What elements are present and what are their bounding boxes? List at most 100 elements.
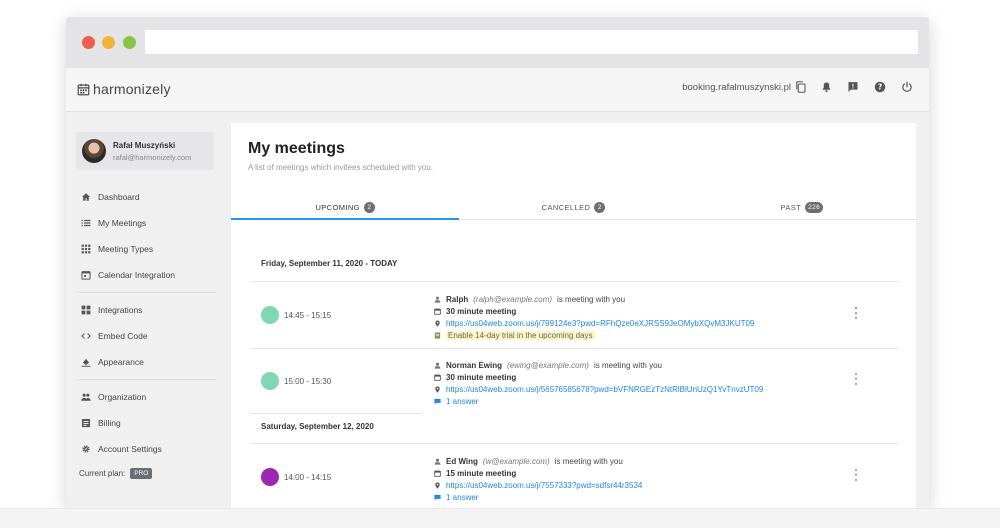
day-header: Saturday, September 12, 2020 [261, 422, 374, 431]
location-pin-icon [434, 481, 441, 489]
power-icon[interactable] [901, 81, 913, 93]
tab-upcoming[interactable]: UPCOMING 2 [231, 195, 460, 220]
sidebar-item-label: Embed Code [98, 331, 148, 341]
meeting-link[interactable]: https://us04web.zoom.us/j/799124e3?pwd=R… [446, 319, 754, 328]
invitee-line: Norman Ewing (ewing@example.com) is meet… [434, 359, 864, 371]
sidebar-divider [78, 379, 216, 380]
calendar-icon [434, 470, 441, 477]
answers-link[interactable]: 1 answer [446, 397, 478, 406]
meeting-time: 14:45 - 15:15 [284, 311, 332, 320]
meeting-row[interactable]: 15:00 - 15:30 Norman Ewing (ewing@exampl… [251, 348, 899, 410]
sidebar-item-label: Integrations [98, 305, 143, 315]
tab-count-badge: 2 [594, 201, 606, 213]
meeting-type: 15 minute meeting [446, 468, 517, 478]
more-options-icon[interactable] [851, 469, 861, 481]
sidebar-item-meeting-types[interactable]: Meeting Types [76, 236, 216, 262]
tab-label: PAST [780, 202, 802, 212]
sidebar-item-label: Meeting Types [98, 244, 154, 254]
chat-icon [434, 494, 441, 501]
header-actions: booking.rafalmuszynski.pl ? [682, 81, 913, 93]
meeting-time: 15:00 - 15:30 [284, 377, 332, 386]
sidebar-item-embed-code[interactable]: Embed Code [76, 323, 216, 349]
maximize-window-dot[interactable] [123, 36, 136, 49]
sidebar-item-label: Billing [98, 418, 121, 428]
meeting-type-line: 15 minute meeting [434, 467, 864, 479]
widgets-icon [81, 305, 91, 315]
invitee-name: Ed Wing [446, 456, 478, 466]
tab-cancelled[interactable]: CANCELLED 2 [459, 195, 687, 219]
more-options-icon[interactable] [851, 373, 861, 385]
sidebar-item-label: My Meetings [98, 218, 147, 228]
meeting-type: 30 minute meeting [446, 306, 517, 316]
copy-icon[interactable] [795, 81, 806, 93]
tab-count-badge: 226 [805, 201, 824, 213]
sidebar-item-account-settings[interactable]: Account Settings [76, 436, 216, 462]
invitee-line: Ed Wing (w@example.com) is meeting with … [434, 455, 864, 467]
user-email: rafal@harmonizely.com [113, 153, 192, 162]
sidebar-item-label: Dashboard [98, 192, 140, 202]
main-panel: My meetings A list of meetings which inv… [231, 123, 916, 508]
sidebar-item-appearance[interactable]: Appearance [76, 349, 216, 375]
code-icon [81, 331, 91, 341]
answers-line: 1 answer [434, 395, 864, 407]
sidebar-item-calendar-integration[interactable]: Calendar Integration [76, 262, 216, 288]
page-footer-strip [0, 508, 1000, 528]
answers-link[interactable]: 1 answer [446, 493, 478, 502]
sidebar-item-my-meetings[interactable]: My Meetings [76, 210, 216, 236]
tab-past[interactable]: PAST 226 [688, 195, 916, 219]
note-line: Enable 14-day trial in the upcoming days [434, 329, 864, 341]
list-icon [81, 218, 91, 228]
person-icon [434, 296, 441, 303]
feedback-icon[interactable] [847, 81, 859, 93]
calendar-icon [81, 270, 91, 280]
meeting-type-line: 30 minute meeting [434, 305, 864, 317]
tab-bar: UPCOMING 2 CANCELLED 2 PAST 226 [231, 195, 916, 220]
tab-count-badge: 2 [363, 201, 375, 213]
note-icon [434, 331, 441, 339]
bell-icon[interactable] [821, 81, 832, 93]
meeting-color-dot [261, 372, 279, 390]
sidebar-nav: Dashboard My Meetings Meeting Types Cale… [76, 184, 216, 484]
sidebar-item-label: Organization [98, 392, 147, 402]
more-options-icon[interactable] [851, 307, 861, 319]
minimize-window-dot[interactable] [102, 36, 115, 49]
sidebar-item-billing[interactable]: Billing [76, 410, 216, 436]
avatar [82, 139, 106, 163]
row-divider [251, 413, 421, 414]
browser-window: harmonizely booking.rafalmuszynski.pl ? [66, 17, 929, 508]
day-header: Friday, September 11, 2020 - TODAY [261, 259, 398, 268]
invitee-email: (w@example.com) [482, 456, 550, 466]
people-icon [81, 392, 91, 402]
page-title: My meetings [248, 140, 345, 157]
meeting-with-text: is meeting with you [554, 456, 623, 466]
tab-label: UPCOMING [315, 202, 360, 212]
location-pin-icon [434, 319, 441, 327]
person-icon [434, 458, 441, 465]
gear-icon [81, 444, 91, 454]
plan-badge: PRO [130, 467, 153, 479]
billing-icon [81, 418, 91, 428]
paint-icon [81, 357, 91, 367]
invitee-name: Ralph [446, 294, 469, 304]
user-card[interactable]: Rafał Muszyński rafal@harmonizely.com [76, 132, 214, 170]
sidebar-divider [78, 292, 216, 293]
app-header: harmonizely booking.rafalmuszynski.pl ? [66, 68, 929, 112]
meeting-type: 30 minute meeting [446, 372, 517, 382]
address-bar[interactable] [145, 30, 918, 54]
meeting-color-dot [261, 306, 279, 324]
sidebar-item-integrations[interactable]: Integrations [76, 297, 216, 323]
booking-url[interactable]: booking.rafalmuszynski.pl [682, 81, 806, 93]
sidebar-item-organization[interactable]: Organization [76, 384, 216, 410]
meeting-row[interactable]: 14:00 - 14:15 Ed Wing (w@example.com) is… [251, 444, 899, 506]
meeting-row[interactable]: 14:45 - 15:15 Ralph (ralph@example.com) … [251, 282, 899, 344]
logo[interactable]: harmonizely [77, 81, 171, 97]
meeting-type-line: 30 minute meeting [434, 371, 864, 383]
help-icon[interactable]: ? [874, 81, 886, 93]
sidebar: Rafał Muszyński rafal@harmonizely.com Da… [76, 112, 226, 508]
meeting-link[interactable]: https://us04web.zoom.us/j/56576585678?pw… [446, 385, 763, 394]
booking-url-text: booking.rafalmuszynski.pl [682, 81, 791, 93]
tab-label: CANCELLED [541, 202, 591, 212]
meeting-link[interactable]: https://us04web.zoom.us/j/7557333?pwd=sd… [446, 481, 642, 490]
close-window-dot[interactable] [82, 36, 95, 49]
sidebar-item-dashboard[interactable]: Dashboard [76, 184, 216, 210]
